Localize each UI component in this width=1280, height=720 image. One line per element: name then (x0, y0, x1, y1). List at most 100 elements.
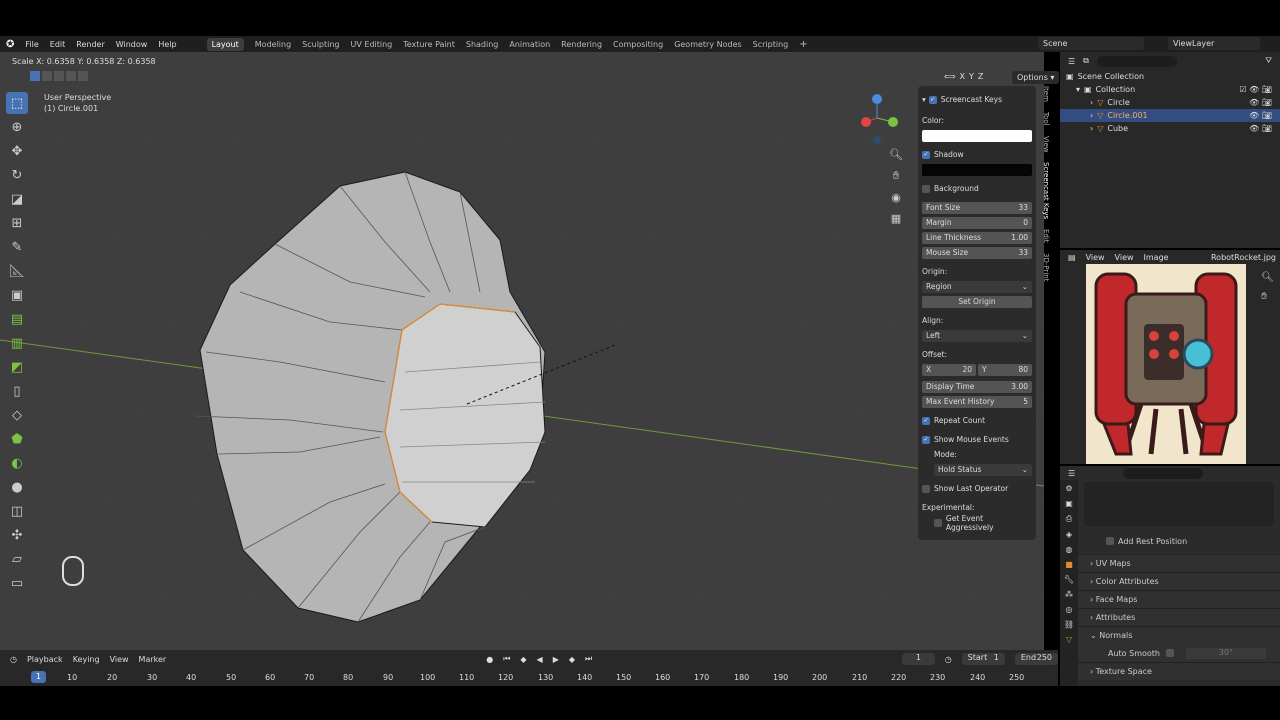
menu-help[interactable]: Help (158, 40, 176, 49)
add-rest-position-row[interactable]: Add Rest Position (1078, 532, 1280, 550)
tab-scripting[interactable]: Scripting (753, 40, 789, 49)
select-box-icon[interactable] (30, 71, 40, 81)
select-invert-icon[interactable] (66, 71, 76, 81)
image-menu-view-dropdown[interactable]: View (1086, 253, 1105, 262)
filter-icon[interactable]: ⛛ (1265, 56, 1272, 66)
extrude-tool-icon[interactable]: ▤ (6, 308, 28, 330)
max-event-history-field[interactable]: Max Event History 5 (922, 395, 1032, 408)
outliner-item-circle-001[interactable]: › ▽ Circle.001 👁︎ 📷︎ (1060, 109, 1280, 122)
scale-tool-icon[interactable]: ◪ (6, 188, 28, 210)
select-extend-icon[interactable] (42, 71, 52, 81)
panel-header[interactable]: ▾ ✓ Screencast Keys (922, 92, 1032, 107)
origin-dropdown[interactable]: Region ⌄ (922, 280, 1032, 293)
menu-render[interactable]: Render (76, 40, 104, 49)
mirror-icon[interactable]: ⟺ (944, 72, 955, 81)
pan-hand-icon[interactable]: ✋︎ (1261, 291, 1274, 302)
constraints-props-icon[interactable]: ⛓︎ (1064, 620, 1074, 629)
color-swatch[interactable] (922, 129, 1032, 142)
show-last-operator-checkbox[interactable] (922, 484, 930, 493)
tab-view[interactable]: View (1042, 136, 1050, 153)
mouse-size-field[interactable]: Mouse Size 33 (922, 246, 1032, 259)
render-props-icon[interactable]: ▣ (1065, 499, 1073, 508)
attribute-list[interactable] (1084, 482, 1274, 526)
get-event-checkbox[interactable] (934, 518, 942, 527)
clock-icon[interactable]: ◷ (945, 655, 952, 664)
menu-file[interactable]: File (25, 40, 38, 49)
shrink-fatten-tool-icon[interactable]: ✣ (6, 524, 28, 546)
bevel-tool-icon[interactable]: ◩ (6, 356, 28, 378)
menu-window[interactable]: Window (116, 40, 148, 49)
mode-dropdown[interactable]: Hold Status ⌄ (934, 463, 1032, 476)
outliner-scene-collection[interactable]: ▣ Scene Collection (1060, 70, 1280, 83)
tab-3d-print[interactable]: 3D-Print (1042, 253, 1050, 281)
start-frame-field[interactable]: Start 1 (961, 653, 1005, 665)
section-color-attributes[interactable]: › Color Attributes (1078, 572, 1280, 590)
move-tool-icon[interactable]: ✥ (6, 140, 28, 162)
tab-compositing[interactable]: Compositing (613, 40, 663, 49)
annotate-tool-icon[interactable]: ✎ (6, 236, 28, 258)
section-normals[interactable]: ⌄ Normals (1078, 626, 1280, 644)
section-texture-space[interactable]: › Texture Space (1078, 662, 1280, 680)
add-workspace-icon[interactable]: + (799, 39, 807, 50)
poly-build-tool-icon[interactable]: ⬟ (6, 428, 28, 450)
zoom-icon[interactable]: 🔍︎ (889, 148, 903, 161)
jump-end-icon[interactable]: ⏭ (585, 654, 592, 664)
tab-rendering[interactable]: Rendering (561, 40, 602, 49)
smooth-tool-icon[interactable]: ● (6, 476, 28, 498)
section-uv-maps[interactable]: › UV Maps (1078, 554, 1280, 572)
scene-selector[interactable]: Scene (1038, 37, 1144, 50)
spin-tool-icon[interactable]: ◐ (6, 452, 28, 474)
tool-props-icon[interactable]: ⚙ (1065, 484, 1072, 493)
cursor-tool-icon[interactable]: ⊕ (6, 116, 28, 138)
timeline-menu-view[interactable]: View (110, 655, 129, 664)
scene-props-icon[interactable]: ◈ (1066, 530, 1072, 539)
loop-cut-tool-icon[interactable]: ▯ (6, 380, 28, 402)
tab-geometry-nodes[interactable]: Geometry Nodes (674, 40, 741, 49)
tab-texture-paint[interactable]: Texture Paint (403, 40, 455, 49)
grid-perspective-icon[interactable]: ▦ (891, 212, 901, 225)
margin-field[interactable]: Margin 0 (922, 216, 1032, 229)
particles-props-icon[interactable]: ⁂ (1065, 590, 1073, 599)
background-checkbox[interactable] (922, 184, 930, 193)
blender-logo-icon[interactable]: ✪ (6, 39, 14, 50)
line-thickness-field[interactable]: Line Thickness 1.00 (922, 231, 1032, 244)
data-props-icon[interactable]: ▽ (1066, 635, 1072, 644)
image-menu-view[interactable]: View (1115, 253, 1134, 262)
timeline-ruler[interactable]: 1 10 20 30 40 50 60 70 80 90 100 110 120… (0, 668, 1058, 686)
select-tool-icon[interactable]: ⬚ (6, 92, 28, 114)
record-icon[interactable]: ● (486, 655, 493, 664)
editor-type-icon[interactable]: ◷ (10, 655, 17, 664)
editor-type-icon[interactable]: ▤ (1068, 253, 1076, 262)
editor-type-icon[interactable]: ☰ (1068, 57, 1075, 66)
auto-smooth-checkbox[interactable] (1165, 649, 1174, 657)
tab-tool[interactable]: Tool (1042, 112, 1050, 126)
transform-tool-icon[interactable]: ⊞ (6, 212, 28, 234)
tab-shading[interactable]: Shading (466, 40, 499, 49)
options-dropdown[interactable]: Options ▾ (1012, 71, 1060, 84)
outliner-item-circle[interactable]: › ▽ Circle 👁︎ 📷︎ (1060, 96, 1280, 109)
visibility-icons[interactable]: 👁︎ 📷︎ (1249, 111, 1272, 120)
physics-props-icon[interactable]: ◎ (1066, 605, 1073, 614)
menu-edit[interactable]: Edit (50, 40, 66, 49)
rip-tool-icon[interactable]: ▭ (6, 572, 28, 594)
tab-screencast-keys[interactable]: Screencast Keys (1042, 162, 1050, 219)
zoom-icon[interactable]: 🔍︎ (1261, 272, 1274, 283)
lock-y-button[interactable]: Y (969, 72, 974, 81)
shear-tool-icon[interactable]: ▱ (6, 548, 28, 570)
timeline-menu-keying[interactable]: Keying (73, 655, 100, 664)
tab-item[interactable]: Item (1042, 86, 1050, 102)
show-mouse-checkbox[interactable]: ✓ (922, 435, 930, 444)
play-reverse-icon[interactable]: ◀ (537, 655, 543, 664)
display-time-field[interactable]: Display Time 3.00 (922, 380, 1032, 393)
outliner-search-input[interactable] (1096, 55, 1177, 67)
tab-animation[interactable]: Animation (509, 40, 550, 49)
tab-edit[interactable]: Edit (1042, 229, 1050, 243)
select-intersect-icon[interactable] (78, 71, 88, 81)
lock-x-button[interactable]: X (959, 72, 964, 81)
filter-display-icon[interactable]: ⧉ (1083, 56, 1089, 66)
tab-modeling[interactable]: Modeling (255, 40, 291, 49)
align-dropdown[interactable]: Left ⌄ (922, 329, 1032, 342)
object-props-icon[interactable]: ■ (1065, 560, 1073, 569)
visibility-icons[interactable]: 👁︎ 📷︎ (1249, 98, 1272, 107)
timeline-menu-playback[interactable]: Playback (27, 655, 63, 664)
